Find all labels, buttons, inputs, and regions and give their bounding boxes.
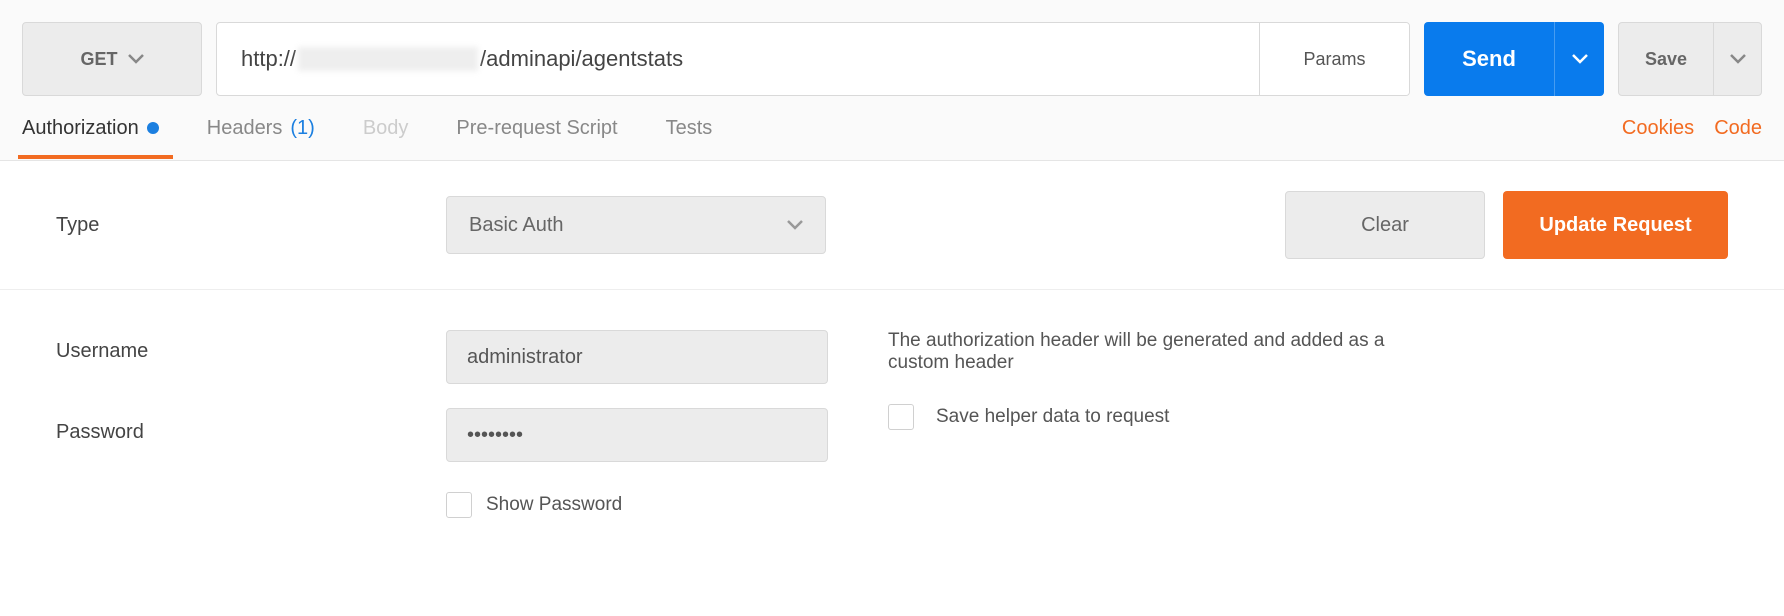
save-helper-row: Save helper data to request [888, 404, 1408, 430]
tab-prerequest[interactable]: Pre-request Script [456, 99, 617, 158]
url-prefix: http:// [241, 46, 296, 72]
params-button[interactable]: Params [1259, 23, 1409, 95]
tab-tests[interactable]: Tests [666, 99, 713, 158]
auth-info-text: The authorization header will be generat… [888, 330, 1408, 374]
http-method-select[interactable]: GET [22, 22, 202, 96]
auth-type-value: Basic Auth [469, 214, 564, 237]
tab-headers[interactable]: Headers (1) [207, 99, 315, 158]
tab-authorization[interactable]: Authorization [22, 99, 159, 158]
chevron-down-icon [787, 220, 803, 230]
show-password-label: Show Password [486, 494, 622, 516]
credentials-fields: Show Password [446, 330, 828, 518]
save-helper-label: Save helper data to request [936, 406, 1169, 428]
chevron-down-icon [1730, 54, 1746, 64]
save-dropdown-button[interactable] [1713, 23, 1761, 95]
url-suffix: /adminapi/agentstats [480, 46, 683, 72]
tab-body-label: Body [363, 117, 409, 140]
request-topbar: GET http:// /adminapi/agentstats Params … [0, 0, 1784, 96]
tab-headers-count: (1) [290, 117, 314, 140]
tab-authorization-label: Authorization [22, 117, 139, 140]
username-input[interactable] [446, 330, 828, 384]
chevron-down-icon [1572, 54, 1588, 64]
tab-indicator-dot-icon [147, 122, 159, 134]
cookies-link[interactable]: Cookies [1622, 117, 1694, 140]
send-button[interactable]: Send [1424, 22, 1554, 96]
password-label: Password [56, 421, 446, 444]
auth-type-row: Type Basic Auth Clear Update Request [0, 161, 1784, 290]
credentials-section: Username Password Show Password The auth… [0, 290, 1784, 558]
tab-body[interactable]: Body [363, 99, 409, 158]
save-helper-checkbox[interactable] [888, 404, 914, 430]
auth-type-select[interactable]: Basic Auth [446, 196, 826, 254]
send-label: Send [1462, 46, 1516, 72]
save-label: Save [1645, 49, 1687, 70]
tabs-right-links: Cookies Code [1622, 117, 1762, 140]
url-group: http:// /adminapi/agentstats Params [216, 22, 1410, 96]
update-request-label: Update Request [1539, 214, 1691, 237]
code-link[interactable]: Code [1714, 117, 1762, 140]
clear-button[interactable]: Clear [1285, 191, 1485, 259]
send-dropdown-button[interactable] [1554, 22, 1604, 96]
auth-type-label: Type [56, 214, 446, 237]
tab-tests-label: Tests [666, 117, 713, 140]
save-group: Save [1618, 22, 1762, 96]
request-tabs: Authorization Headers (1) Body Pre-reque… [22, 99, 712, 158]
credentials-info: The authorization header will be generat… [888, 330, 1408, 518]
update-request-button[interactable]: Update Request [1503, 191, 1728, 259]
url-input[interactable]: http:// /adminapi/agentstats [217, 23, 1259, 95]
http-method-label: GET [80, 49, 117, 70]
redacted-host [298, 47, 478, 71]
auth-type-actions: Clear Update Request [1285, 191, 1728, 259]
show-password-row: Show Password [446, 492, 828, 518]
chevron-down-icon [128, 54, 144, 64]
clear-button-label: Clear [1361, 214, 1409, 237]
request-tabs-row: Authorization Headers (1) Body Pre-reque… [0, 96, 1784, 161]
tab-headers-label: Headers [207, 117, 283, 140]
send-group: Send [1424, 22, 1604, 96]
credentials-labels: Username Password [56, 330, 446, 518]
save-button[interactable]: Save [1619, 23, 1713, 95]
show-password-checkbox[interactable] [446, 492, 472, 518]
params-label: Params [1303, 49, 1365, 70]
username-label: Username [56, 340, 446, 363]
password-input[interactable] [446, 408, 828, 462]
tab-prerequest-label: Pre-request Script [456, 117, 617, 140]
